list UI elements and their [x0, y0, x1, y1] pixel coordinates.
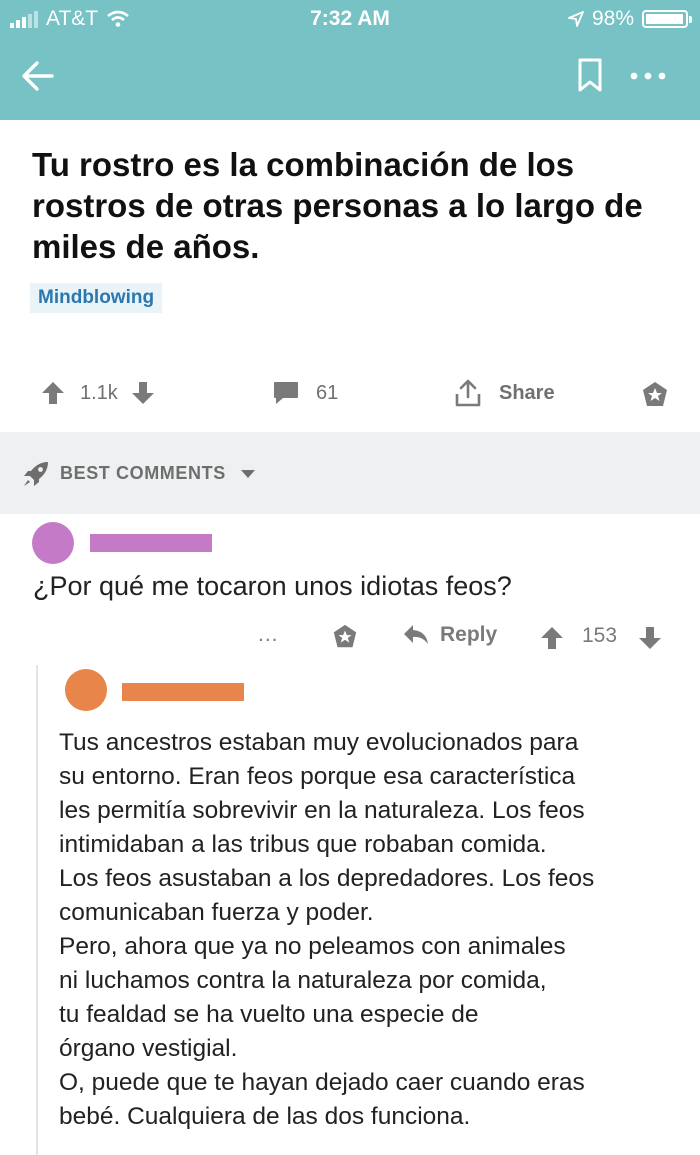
reply-line: ni luchamos contra la naturaleza por com… — [59, 967, 547, 994]
reply-line: Los feos asustaban a los depredadores. L… — [59, 865, 595, 892]
vote-group: 1.1k — [40, 380, 156, 406]
avatar[interactable] — [65, 669, 107, 711]
reply-line: Pero, ahora que ya no peleamos con anima… — [59, 933, 566, 960]
status-bar: AT&T 7:32 AM 98% — [0, 0, 700, 40]
reply-label: Reply — [440, 623, 498, 646]
reply-line: tu fealdad se ha vuelto una especie de — [59, 1001, 479, 1028]
share-label: Share — [499, 381, 555, 404]
battery-fill — [646, 14, 684, 24]
reply-line: O, puede que te hayan dejado caer cuando… — [59, 1069, 585, 1096]
reply-body: Tus ancestros estaban muy evolucionados … — [59, 726, 679, 1134]
reply-line: intimidaban a las tribus que robaban com… — [59, 831, 547, 858]
comment-icon — [274, 382, 298, 404]
comments-button[interactable]: 61 — [272, 380, 338, 406]
comment-count: 61 — [316, 381, 339, 404]
battery-percent: 98% — [591, 7, 634, 30]
sort-label: BEST COMMENTS — [60, 463, 226, 483]
thread-line — [36, 665, 38, 1155]
post-flair[interactable]: Mindblowing — [30, 283, 163, 313]
nav-bar — [0, 40, 700, 120]
downvote-icon[interactable] — [637, 625, 663, 651]
rocket-icon — [24, 462, 48, 486]
avatar[interactable] — [32, 522, 74, 564]
comment-more-icon[interactable]: ... — [258, 623, 279, 647]
username-redacted — [90, 534, 212, 552]
post-title: Tu rostro es la combinación de los rostr… — [32, 146, 643, 265]
bookmark-icon[interactable] — [576, 57, 604, 93]
comment-actions: ... Reply 153 — [0, 615, 700, 659]
upvote-icon[interactable] — [539, 625, 565, 651]
post-actions: 1.1k 61 Share — [0, 370, 700, 420]
reply-line: comunicaban fuerza y poder. — [59, 899, 374, 926]
reply-line: Tus ancestros estaban muy evolucionados … — [59, 729, 579, 756]
reply-line: su entorno. Eran feos porque esa caracte… — [59, 763, 576, 790]
reply-line: órgano vestigial. — [59, 1035, 238, 1062]
downvote-icon[interactable] — [130, 380, 156, 406]
more-icon[interactable] — [628, 70, 668, 82]
award-icon — [643, 382, 667, 406]
reply-line: bebé. Cualquiera de las dos funciona. — [59, 1103, 471, 1130]
comments-sort-bar[interactable]: BEST COMMENTS — [0, 432, 700, 514]
upvote-count: 1.1k — [80, 381, 118, 404]
reply-line: les permitía sobrevivir en la naturaleza… — [59, 797, 585, 824]
username-redacted — [122, 683, 244, 701]
battery-area: 98% — [568, 7, 692, 31]
location-icon — [568, 11, 584, 27]
comment-body: ¿Por qué me tocaron unos idiotas feos? — [33, 571, 512, 601]
chevron-down-icon — [241, 470, 255, 478]
award-icon[interactable] — [331, 623, 359, 651]
comment-score: 153 — [582, 624, 618, 647]
share-button[interactable]: Share — [453, 378, 555, 408]
reply-icon — [404, 625, 428, 644]
back-arrow-icon[interactable] — [20, 58, 56, 94]
battery-icon — [642, 10, 692, 28]
upvote-icon[interactable] — [40, 380, 66, 406]
reply-button[interactable]: Reply — [402, 623, 497, 647]
award-button[interactable] — [640, 380, 670, 410]
share-icon — [455, 379, 481, 407]
